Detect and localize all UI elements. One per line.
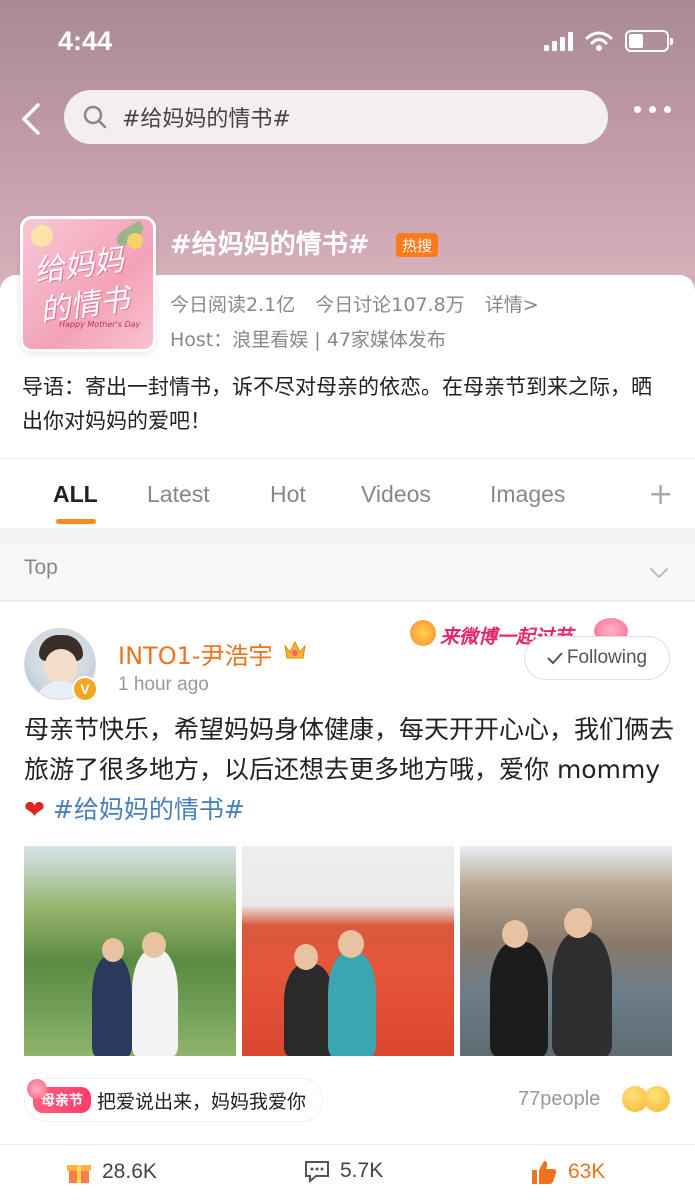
like-button[interactable]: 63K	[530, 1159, 605, 1185]
verified-badge-icon: V	[72, 676, 98, 702]
repost-button[interactable]: 28.6K	[66, 1159, 157, 1185]
repost-count: 28.6K	[102, 1160, 157, 1183]
search-query: #给妈妈的情书#	[122, 107, 291, 132]
weibo-post: V INTO1-尹浩宇 1 hour ago 来微博一起过节 Following…	[0, 602, 695, 1200]
status-time: 4:44	[58, 26, 113, 56]
topic-guide: 导语：寄出一封情书，诉不尽对母亲的依恋。在母亲节到来之际，晒出你对妈妈的爱吧！	[22, 375, 652, 433]
post-time: 1 hour ago	[118, 674, 209, 695]
comment-button[interactable]: 5.7K	[304, 1159, 383, 1183]
status-bar: 4:44	[0, 0, 695, 84]
topic-cover-image: 给妈妈的情书 Happy Mother's Day	[20, 216, 156, 352]
signal-icon	[544, 31, 573, 51]
tab-latest[interactable]: Latest	[147, 481, 210, 508]
hot-badge: 热搜	[396, 233, 438, 257]
topic-title: #给妈妈的情书#	[170, 230, 370, 260]
post-hashtag-link[interactable]: #给妈妈的情书#	[53, 795, 245, 824]
event-tag-text: 把爱说出来，妈妈我爱你	[97, 1090, 307, 1113]
topic-host[interactable]: Host：浪里看娱 | 47家媒体发布	[170, 325, 446, 352]
top-section-header[interactable]: Top	[0, 543, 695, 601]
like-count: 63K	[568, 1160, 606, 1183]
topic-stats: 今日阅读2.1亿 今日讨论107.8万 详情>	[170, 290, 553, 317]
tab-all[interactable]: ALL	[53, 481, 98, 508]
add-tab-icon[interactable]: +	[648, 477, 673, 512]
nav-bar: #给妈妈的情书#	[0, 90, 695, 146]
chevron-down-icon[interactable]	[649, 563, 669, 583]
more-options-icon[interactable]	[634, 106, 671, 113]
people-count[interactable]: 77people	[518, 1088, 600, 1111]
event-tag-pill[interactable]: 母亲节 把爱说出来，妈妈我爱你	[24, 1078, 324, 1122]
search-icon	[83, 105, 107, 129]
post-username[interactable]: INTO1-尹浩宇	[118, 636, 273, 671]
tab-videos[interactable]: Videos	[361, 481, 431, 508]
comment-count: 5.7K	[340, 1159, 384, 1182]
details-link[interactable]: 详情>	[485, 294, 539, 316]
flower-icon	[410, 620, 436, 646]
tab-hot[interactable]: Hot	[270, 481, 306, 508]
battery-icon	[625, 30, 673, 52]
search-input[interactable]: #给妈妈的情书#	[64, 90, 608, 144]
crown-icon	[284, 640, 306, 659]
cover-title-text: 给妈妈的情书	[32, 242, 132, 330]
post-photo[interactable]	[24, 846, 236, 1056]
back-arrow-icon[interactable]	[18, 102, 48, 136]
gift-icon	[67, 1165, 91, 1183]
smile-emoji-icon	[644, 1086, 670, 1112]
cover-caption: Happy Mother's Day	[59, 320, 141, 329]
post-body: 母亲节快乐，希望妈妈身体健康，每天开开心心，我们俩去旅游了很多地方，以后还想去更…	[24, 715, 675, 784]
wifi-icon	[585, 31, 613, 51]
active-tab-indicator	[56, 519, 96, 524]
following-label: Following	[566, 647, 648, 668]
post-photo-grid	[24, 846, 672, 1056]
tab-images[interactable]: Images	[490, 481, 565, 508]
post-photo[interactable]	[242, 846, 454, 1056]
top-label: Top	[24, 556, 58, 579]
following-button[interactable]: Following	[524, 636, 670, 680]
discussions-count: 今日讨论107.8万	[315, 294, 465, 316]
mothers-day-chip: 母亲节	[27, 1079, 91, 1113]
heart-icon: ❤	[24, 795, 45, 824]
feed-tabs: ALL Latest Hot Videos Images +	[0, 458, 695, 528]
post-photo[interactable]	[460, 846, 672, 1056]
thumbs-up-icon	[532, 1161, 557, 1184]
post-action-bar: 28.6K 5.7K 63K	[0, 1144, 695, 1200]
checkmark-icon	[547, 652, 563, 665]
status-icons	[544, 30, 673, 52]
comment-icon	[305, 1161, 329, 1183]
post-text: 母亲节快乐，希望妈妈身体健康，每天开开心心，我们俩去旅游了很多地方，以后还想去更…	[24, 710, 674, 830]
reads-count: 今日阅读2.1亿	[170, 294, 296, 316]
